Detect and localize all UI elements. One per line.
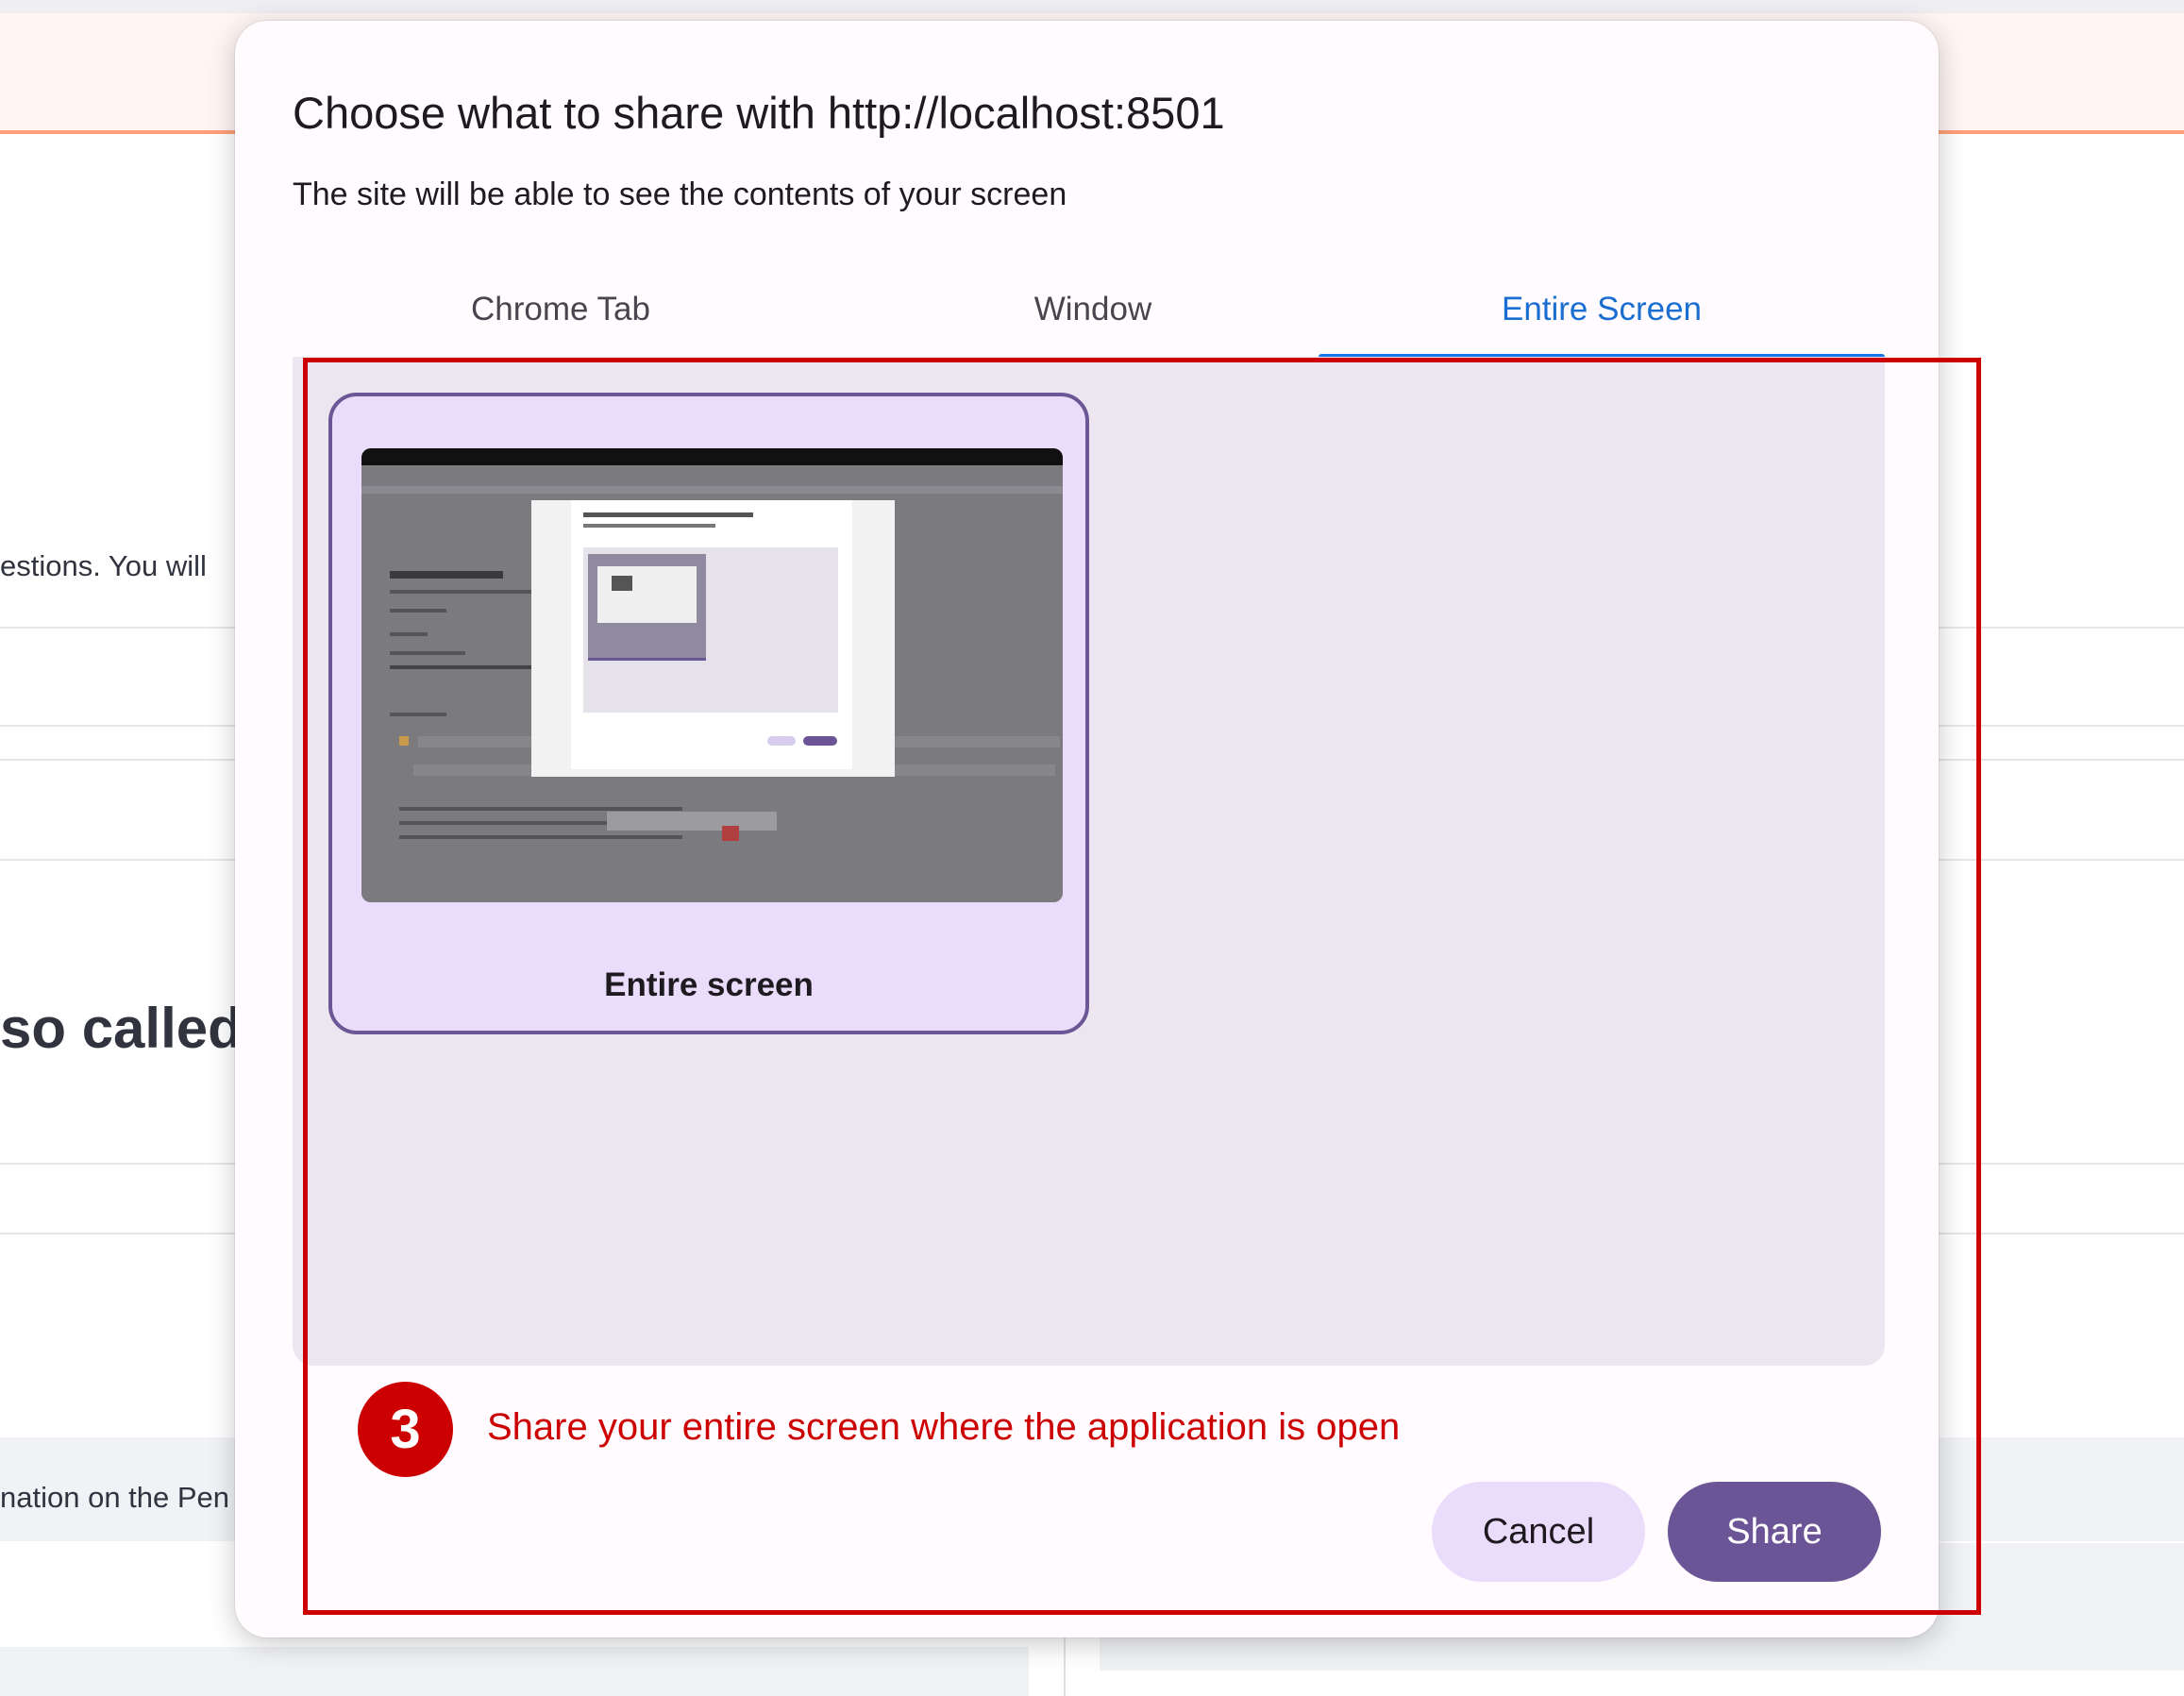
dialog-actions: Cancel Share	[1432, 1482, 1881, 1582]
dialog-subtitle: The site will be able to see the content…	[293, 176, 1067, 212]
browser-top-strip	[0, 0, 2184, 13]
tab-entire-screen[interactable]: Entire Screen	[1319, 268, 1885, 357]
dialog-title: Choose what to share with http://localho…	[293, 88, 1225, 138]
background-paragraph-text: estions. You will	[0, 549, 207, 582]
source-label: Entire screen	[604, 966, 814, 1003]
tab-window[interactable]: Window	[829, 268, 1357, 357]
cancel-button[interactable]: Cancel	[1432, 1482, 1645, 1582]
background-panel	[0, 1647, 1029, 1696]
step-number-badge: 3	[358, 1382, 453, 1477]
share-screen-dialog: Choose what to share with http://localho…	[235, 21, 1939, 1637]
entire-screen-source-tile[interactable]: Entire screen	[328, 393, 1089, 1034]
annotation-instruction: Share your entire screen where the appli…	[487, 1406, 1401, 1448]
tab-chrome-tab[interactable]: Chrome Tab	[293, 268, 829, 357]
share-source-tabs: Chrome Tab Window Entire Screen	[293, 268, 1885, 359]
screen-preview-thumbnail	[361, 448, 1063, 902]
screen-preview-image	[361, 465, 1063, 902]
source-list: Entire screen	[293, 357, 1885, 1366]
background-info-text: nation on the Pen	[0, 1481, 230, 1514]
share-button[interactable]: Share	[1668, 1482, 1881, 1582]
